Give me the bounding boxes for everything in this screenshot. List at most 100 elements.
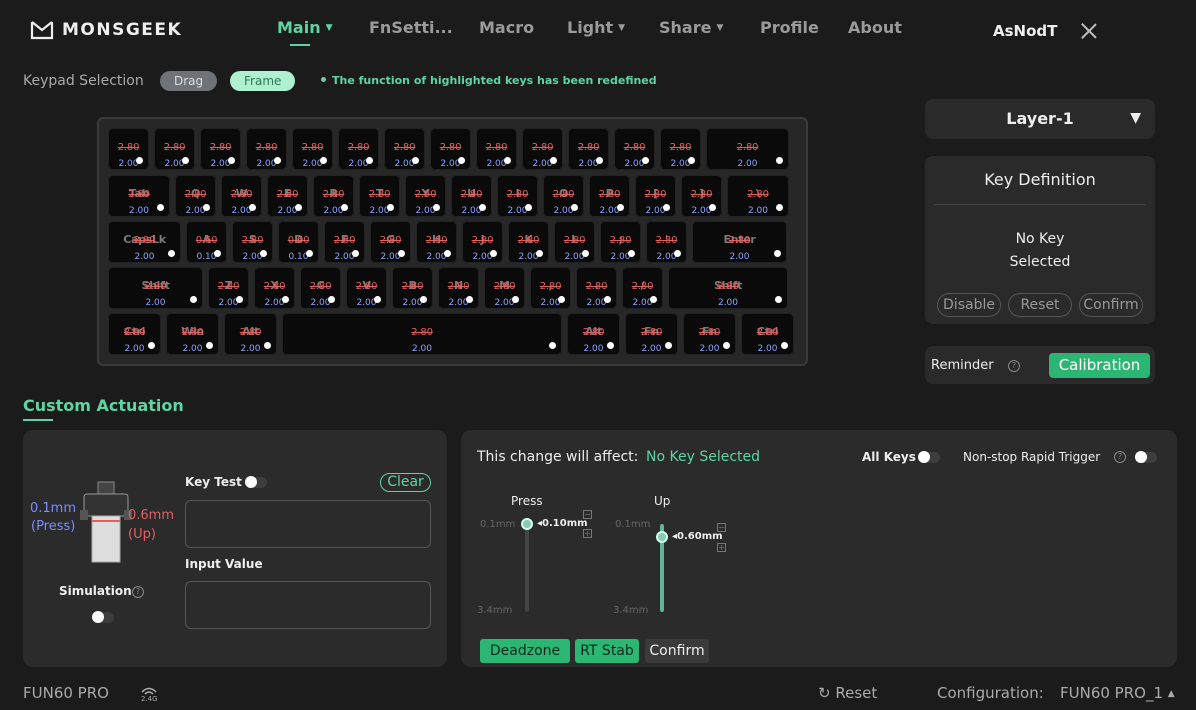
key[interactable]: Y 2.80 2.00 (405, 175, 446, 217)
key-press-value: 2.80 (163, 142, 186, 153)
key[interactable]: 2.80 2.00 (200, 128, 241, 170)
up-slider-handle[interactable] (656, 531, 668, 544)
key[interactable]: V 2.80 2.00 (346, 267, 387, 309)
nav-item-2[interactable]: Macro (479, 18, 534, 37)
nav-item-3[interactable]: Light ▼ (567, 18, 625, 37)
drag-toggle[interactable]: Drag (160, 71, 218, 91)
key[interactable]: X 2.80 2.00 (254, 267, 295, 309)
key[interactable]: W 2.80 2.00 (221, 175, 262, 217)
key[interactable]: T 2.80 2.00 (359, 175, 400, 217)
nav-item-5[interactable]: Profile (760, 18, 819, 37)
key[interactable]: Shift 2.80 2.00 (668, 267, 788, 309)
key[interactable]: Win 2.80 2.00 (166, 313, 219, 355)
key[interactable]: [2.80 2.00 (635, 175, 676, 217)
key[interactable]: Q 2.80 2.00 (175, 175, 216, 217)
key[interactable]: 2.80 2.00 (292, 128, 333, 170)
confirm-button[interactable]: Confirm (1079, 293, 1143, 317)
key[interactable]: L 2.80 2.00 (554, 221, 595, 263)
rapid-trigger-toggle[interactable] (1135, 451, 1157, 463)
key[interactable]: D 0.60 0.10 (278, 221, 319, 263)
key[interactable]: B 2.80 2.00 (392, 267, 433, 309)
key[interactable]: 2.80 2.00 (522, 128, 563, 170)
key[interactable]: Shift 2.80 2.00 (108, 267, 203, 309)
key[interactable]: ] 2.80 2.00 (681, 175, 722, 217)
key[interactable]: O 2.80 2.00 (543, 175, 584, 217)
key[interactable]: N 2.80 2.00 (438, 267, 479, 309)
nav-item-4[interactable]: Share ▼ (659, 18, 723, 37)
key[interactable]: . 2.80 2.00 (576, 267, 617, 309)
up-increment-button[interactable]: + (717, 543, 726, 552)
key[interactable]: Ctrl 2.80 2.00 (741, 313, 794, 355)
key[interactable]: S 2.80 2.00 (232, 221, 273, 263)
press-slider-track[interactable] (525, 524, 529, 612)
deadzone-button[interactable]: Deadzone (480, 639, 570, 663)
user-name[interactable]: AsNodT (993, 22, 1057, 40)
key[interactable]: CapsLk 2.80 2.00 (108, 221, 181, 263)
key[interactable]: Enter 2.80 2.00 (692, 221, 787, 263)
key[interactable]: I 2.80 2.00 (497, 175, 538, 217)
up-decrement-button[interactable]: − (717, 523, 726, 532)
reset-button[interactable]: Reset (1008, 293, 1072, 317)
key[interactable]: 2.80 2.00 (660, 128, 701, 170)
key[interactable]: F 2.80 2.00 (324, 221, 365, 263)
key[interactable]: ' 2.80 2.00 (646, 221, 687, 263)
clear-button[interactable]: Clear (380, 473, 431, 492)
key[interactable]: J 2.80 2.00 (462, 221, 503, 263)
rt-stab-button[interactable]: RT Stab (575, 639, 639, 663)
press-slider-handle[interactable] (521, 518, 533, 530)
help-icon[interactable]: ? (1008, 360, 1020, 372)
nav-item-1[interactable]: FnSetti... (369, 18, 453, 37)
key[interactable]: 2.80 2.00 (476, 128, 517, 170)
layer-select[interactable]: Layer-1 ▼ (925, 99, 1155, 139)
key[interactable]: C 2.80 2.00 (300, 267, 341, 309)
configuration-select[interactable]: FUN60 PRO_1 ▲ (1060, 684, 1175, 702)
key[interactable]: ; 2.80 2.00 (600, 221, 641, 263)
nav-item-0[interactable]: Main ▼ (277, 18, 333, 37)
help-icon[interactable]: ? (132, 586, 144, 598)
key[interactable]: 2.80 2.00 (338, 128, 379, 170)
disable-button[interactable]: Disable (937, 293, 1001, 317)
all-keys-toggle[interactable] (918, 451, 940, 463)
key[interactable]: R 2.80 2.00 (313, 175, 354, 217)
key[interactable]: Alt 2.80 2.00 (224, 313, 277, 355)
press-decrement-button[interactable]: − (583, 510, 592, 519)
close-icon[interactable] (1080, 22, 1098, 40)
key[interactable]: Z 2.80 2.00 (208, 267, 249, 309)
calibration-button[interactable]: Calibration (1049, 353, 1150, 378)
key[interactable]: 2.80 2.00 (430, 128, 471, 170)
key[interactable]: Alt 2.80 2.00 (567, 313, 620, 355)
help-icon[interactable]: ? (1114, 451, 1126, 463)
key[interactable]: Ctrl 2.80 2.00 (108, 313, 161, 355)
key[interactable]: 2.80 2.00 (384, 128, 425, 170)
key[interactable]: Fn 2.80 2.00 (625, 313, 678, 355)
nav-item-6[interactable]: About (848, 18, 902, 37)
key[interactable]: 2.80 2.00 (614, 128, 655, 170)
key-test-toggle[interactable] (245, 476, 267, 488)
key[interactable]: 2.80 2.00 (108, 128, 149, 170)
key[interactable]: Fn 2.80 2.00 (683, 313, 736, 355)
frame-toggle[interactable]: Frame (230, 71, 296, 91)
key[interactable]: K 2.80 2.00 (508, 221, 549, 263)
key[interactable]: 2.80 2.00 (282, 313, 562, 355)
key[interactable]: A 0.60 0.10 (186, 221, 227, 263)
key[interactable]: \ 2.80 2.00 (727, 175, 789, 217)
key[interactable]: Tab 2.80 2.00 (108, 175, 170, 217)
key[interactable]: 2.80 2.00 (568, 128, 609, 170)
key[interactable]: U 2.80 2.00 (451, 175, 492, 217)
footer-reset-button[interactable]: ↻ Reset (818, 684, 877, 702)
key[interactable]: H 2.80 2.00 (416, 221, 457, 263)
key[interactable]: P 2.80 2.00 (589, 175, 630, 217)
key[interactable]: 2.80 2.00 (706, 128, 789, 170)
press-increment-button[interactable]: + (583, 529, 592, 538)
apply-confirm-button[interactable]: Confirm (645, 639, 709, 663)
input-value-field[interactable] (185, 581, 431, 629)
simulation-toggle[interactable] (92, 611, 114, 623)
key[interactable]: 2.80 2.00 (246, 128, 287, 170)
key[interactable]: /2.80 2.00 (622, 267, 663, 309)
key[interactable]: 2.80 2.00 (154, 128, 195, 170)
key[interactable]: , 2.80 2.00 (530, 267, 571, 309)
key[interactable]: E 2.80 2.00 (267, 175, 308, 217)
key-test-field[interactable] (185, 500, 431, 548)
key[interactable]: M 2.80 2.00 (484, 267, 525, 309)
key[interactable]: G 2.80 2.00 (370, 221, 411, 263)
